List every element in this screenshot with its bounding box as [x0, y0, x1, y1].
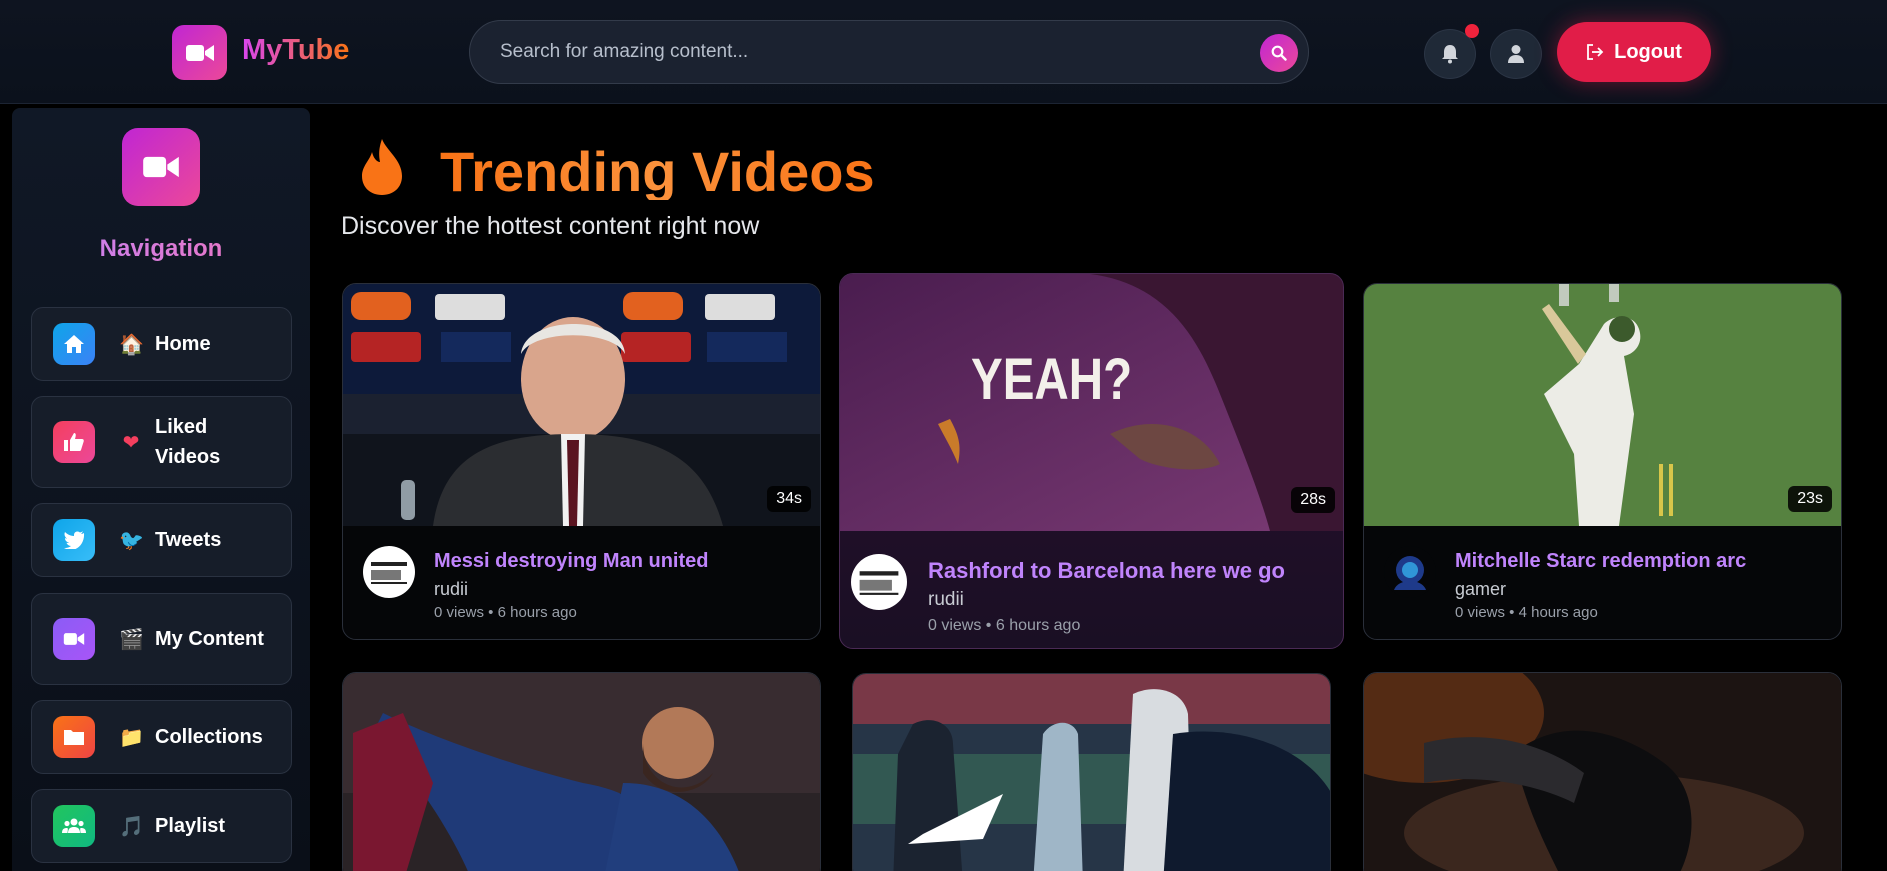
search-input[interactable]	[500, 21, 1220, 83]
channel-name[interactable]: rudii	[434, 579, 468, 600]
sidebar-item-label: Home	[155, 333, 211, 355]
video-thumbnail[interactable]	[1364, 673, 1841, 871]
twitter-icon	[53, 519, 95, 561]
video-camera-icon	[53, 618, 95, 660]
home-icon	[53, 323, 95, 365]
users-icon	[53, 805, 95, 847]
video-meta: 0 views • 4 hours ago	[1455, 604, 1598, 621]
video-meta: 0 views • 6 hours ago	[928, 617, 1081, 634]
logout-button[interactable]: Logout	[1557, 22, 1711, 82]
top-header: MyTube Logout	[0, 0, 1887, 104]
notification-badge	[1465, 24, 1479, 38]
video-camera-icon	[143, 156, 179, 178]
video-thumbnail[interactable]	[1364, 284, 1841, 526]
search-bar	[469, 20, 1309, 84]
thumbnail-overlay-text: YEAH?	[971, 348, 1132, 413]
logout-icon	[1587, 44, 1604, 60]
search-icon	[1271, 45, 1287, 61]
video-title[interactable]: Rashford to Barcelona here we go	[928, 558, 1285, 584]
search-button[interactable]	[1260, 34, 1298, 72]
profile-button[interactable]	[1490, 29, 1542, 79]
page-title: Trending Videos	[440, 140, 875, 200]
app-logo[interactable]	[172, 25, 227, 80]
video-card[interactable]	[852, 673, 1331, 871]
bird-emoji-icon: 🐦	[119, 529, 144, 552]
sidebar-item-label: Playlist	[155, 815, 226, 837]
sidebar: Navigation 🏠 Home ❤ Liked Videos 🐦 Tweet…	[12, 108, 310, 871]
sidebar-item-playlist[interactable]: 🎵 Playlist	[31, 789, 292, 863]
bell-icon	[1442, 45, 1458, 64]
video-card[interactable]: 34s Messi destroying Man united rudii 0 …	[342, 283, 821, 640]
channel-avatar[interactable]	[363, 546, 415, 598]
video-title[interactable]: Mitchelle Starc redemption arc	[1455, 550, 1746, 573]
channel-avatar[interactable]	[1384, 546, 1436, 598]
sidebar-item-label: Tweets	[155, 529, 222, 551]
sidebar-item-label: Collections	[155, 726, 263, 748]
duration-badge: 28s	[1291, 487, 1335, 513]
video-thumbnail[interactable]	[343, 284, 820, 526]
fire-icon	[362, 139, 402, 195]
sidebar-item-home[interactable]: 🏠 Home	[31, 307, 292, 381]
thumbs-up-icon	[53, 421, 95, 463]
sidebar-item-my-content[interactable]: 🎬 My Content	[31, 593, 292, 685]
duration-badge: 23s	[1788, 486, 1832, 512]
music-note-emoji-icon: 🎵	[119, 815, 144, 838]
video-card[interactable]	[1363, 672, 1842, 871]
channel-avatar[interactable]	[851, 554, 907, 610]
user-icon	[1508, 45, 1524, 63]
sidebar-title: Navigation	[12, 235, 310, 263]
video-card[interactable]: 23s Mitchelle Starc redemption arc gamer…	[1363, 283, 1842, 640]
clapperboard-emoji-icon: 🎬	[119, 628, 144, 651]
sidebar-item-liked-videos[interactable]: ❤ Liked Videos	[31, 396, 292, 488]
video-camera-icon	[185, 44, 214, 61]
sidebar-item-label: My Content	[155, 628, 264, 650]
house-emoji-icon: 🏠	[119, 333, 144, 356]
video-thumbnail[interactable]: YEAH?	[840, 274, 1343, 531]
video-thumbnail[interactable]	[853, 674, 1330, 871]
heart-emoji-icon: ❤	[122, 431, 140, 454]
video-card[interactable]	[342, 672, 821, 871]
channel-name[interactable]: gamer	[1455, 579, 1506, 600]
channel-name[interactable]: rudii	[928, 589, 964, 611]
video-title[interactable]: Messi destroying Man united	[434, 550, 708, 573]
page-subtitle: Discover the hottest content right now	[341, 212, 760, 240]
sidebar-item-label: Liked Videos	[155, 416, 221, 468]
sidebar-item-collections[interactable]: 📁 Collections	[31, 700, 292, 774]
folder-emoji-icon: 📁	[119, 726, 144, 749]
video-thumbnail[interactable]	[343, 673, 820, 871]
sidebar-item-tweets[interactable]: 🐦 Tweets	[31, 503, 292, 577]
sidebar-logo	[122, 128, 200, 206]
video-card[interactable]: YEAH? 28s Rashford to Barcelona here we …	[839, 273, 1344, 649]
folder-icon	[53, 716, 95, 758]
logout-label: Logout	[1614, 40, 1682, 63]
app-name[interactable]: MyTube	[242, 34, 349, 67]
duration-badge: 34s	[767, 486, 811, 512]
video-meta: 0 views • 6 hours ago	[434, 604, 577, 621]
